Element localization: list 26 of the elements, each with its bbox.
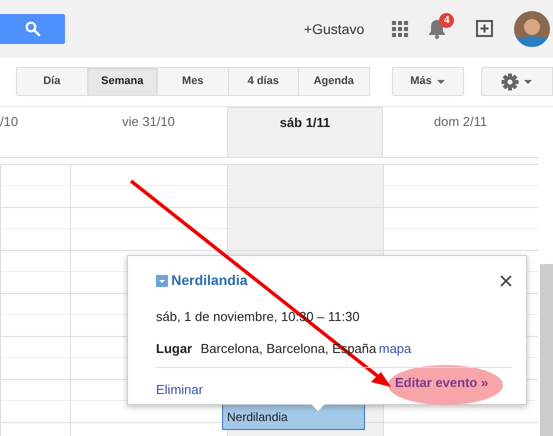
settings-button[interactable]: [480, 67, 552, 96]
apps-icon[interactable]: [392, 21, 408, 37]
avatar[interactable]: [514, 11, 550, 47]
search-button[interactable]: [0, 14, 65, 44]
view-tab[interactable]: Día: [16, 67, 88, 96]
settings-icon: [501, 72, 519, 90]
scrollbar[interactable]: [540, 264, 553, 436]
event-title: Nerdilandia: [171, 271, 248, 290]
day-header[interactable]: dom 2/11: [383, 107, 538, 158]
place-label: Lugar: [156, 340, 192, 358]
view-tab[interactable]: Mes: [157, 67, 228, 96]
notification-badge: 4: [439, 13, 454, 28]
day-header[interactable]: /10: [0, 107, 70, 158]
close-icon[interactable]: [500, 274, 512, 286]
search-icon: [24, 21, 40, 37]
view-tab[interactable]: Semana: [86, 67, 158, 96]
map-link[interactable]: mapa: [378, 338, 412, 358]
day-header[interactable]: sáb 1/11: [227, 107, 383, 158]
user-link[interactable]: +Gustavo: [304, 18, 364, 40]
delete-link[interactable]: Eliminar: [156, 380, 203, 400]
edit-event-link[interactable]: Editar evento »: [395, 373, 488, 392]
dropdown-icon[interactable]: [156, 274, 168, 286]
more-button[interactable]: Más: [392, 67, 464, 96]
add-icon[interactable]: [476, 20, 494, 38]
view-tab[interactable]: Agenda: [298, 67, 370, 96]
view-tab[interactable]: 4 días: [228, 67, 299, 96]
